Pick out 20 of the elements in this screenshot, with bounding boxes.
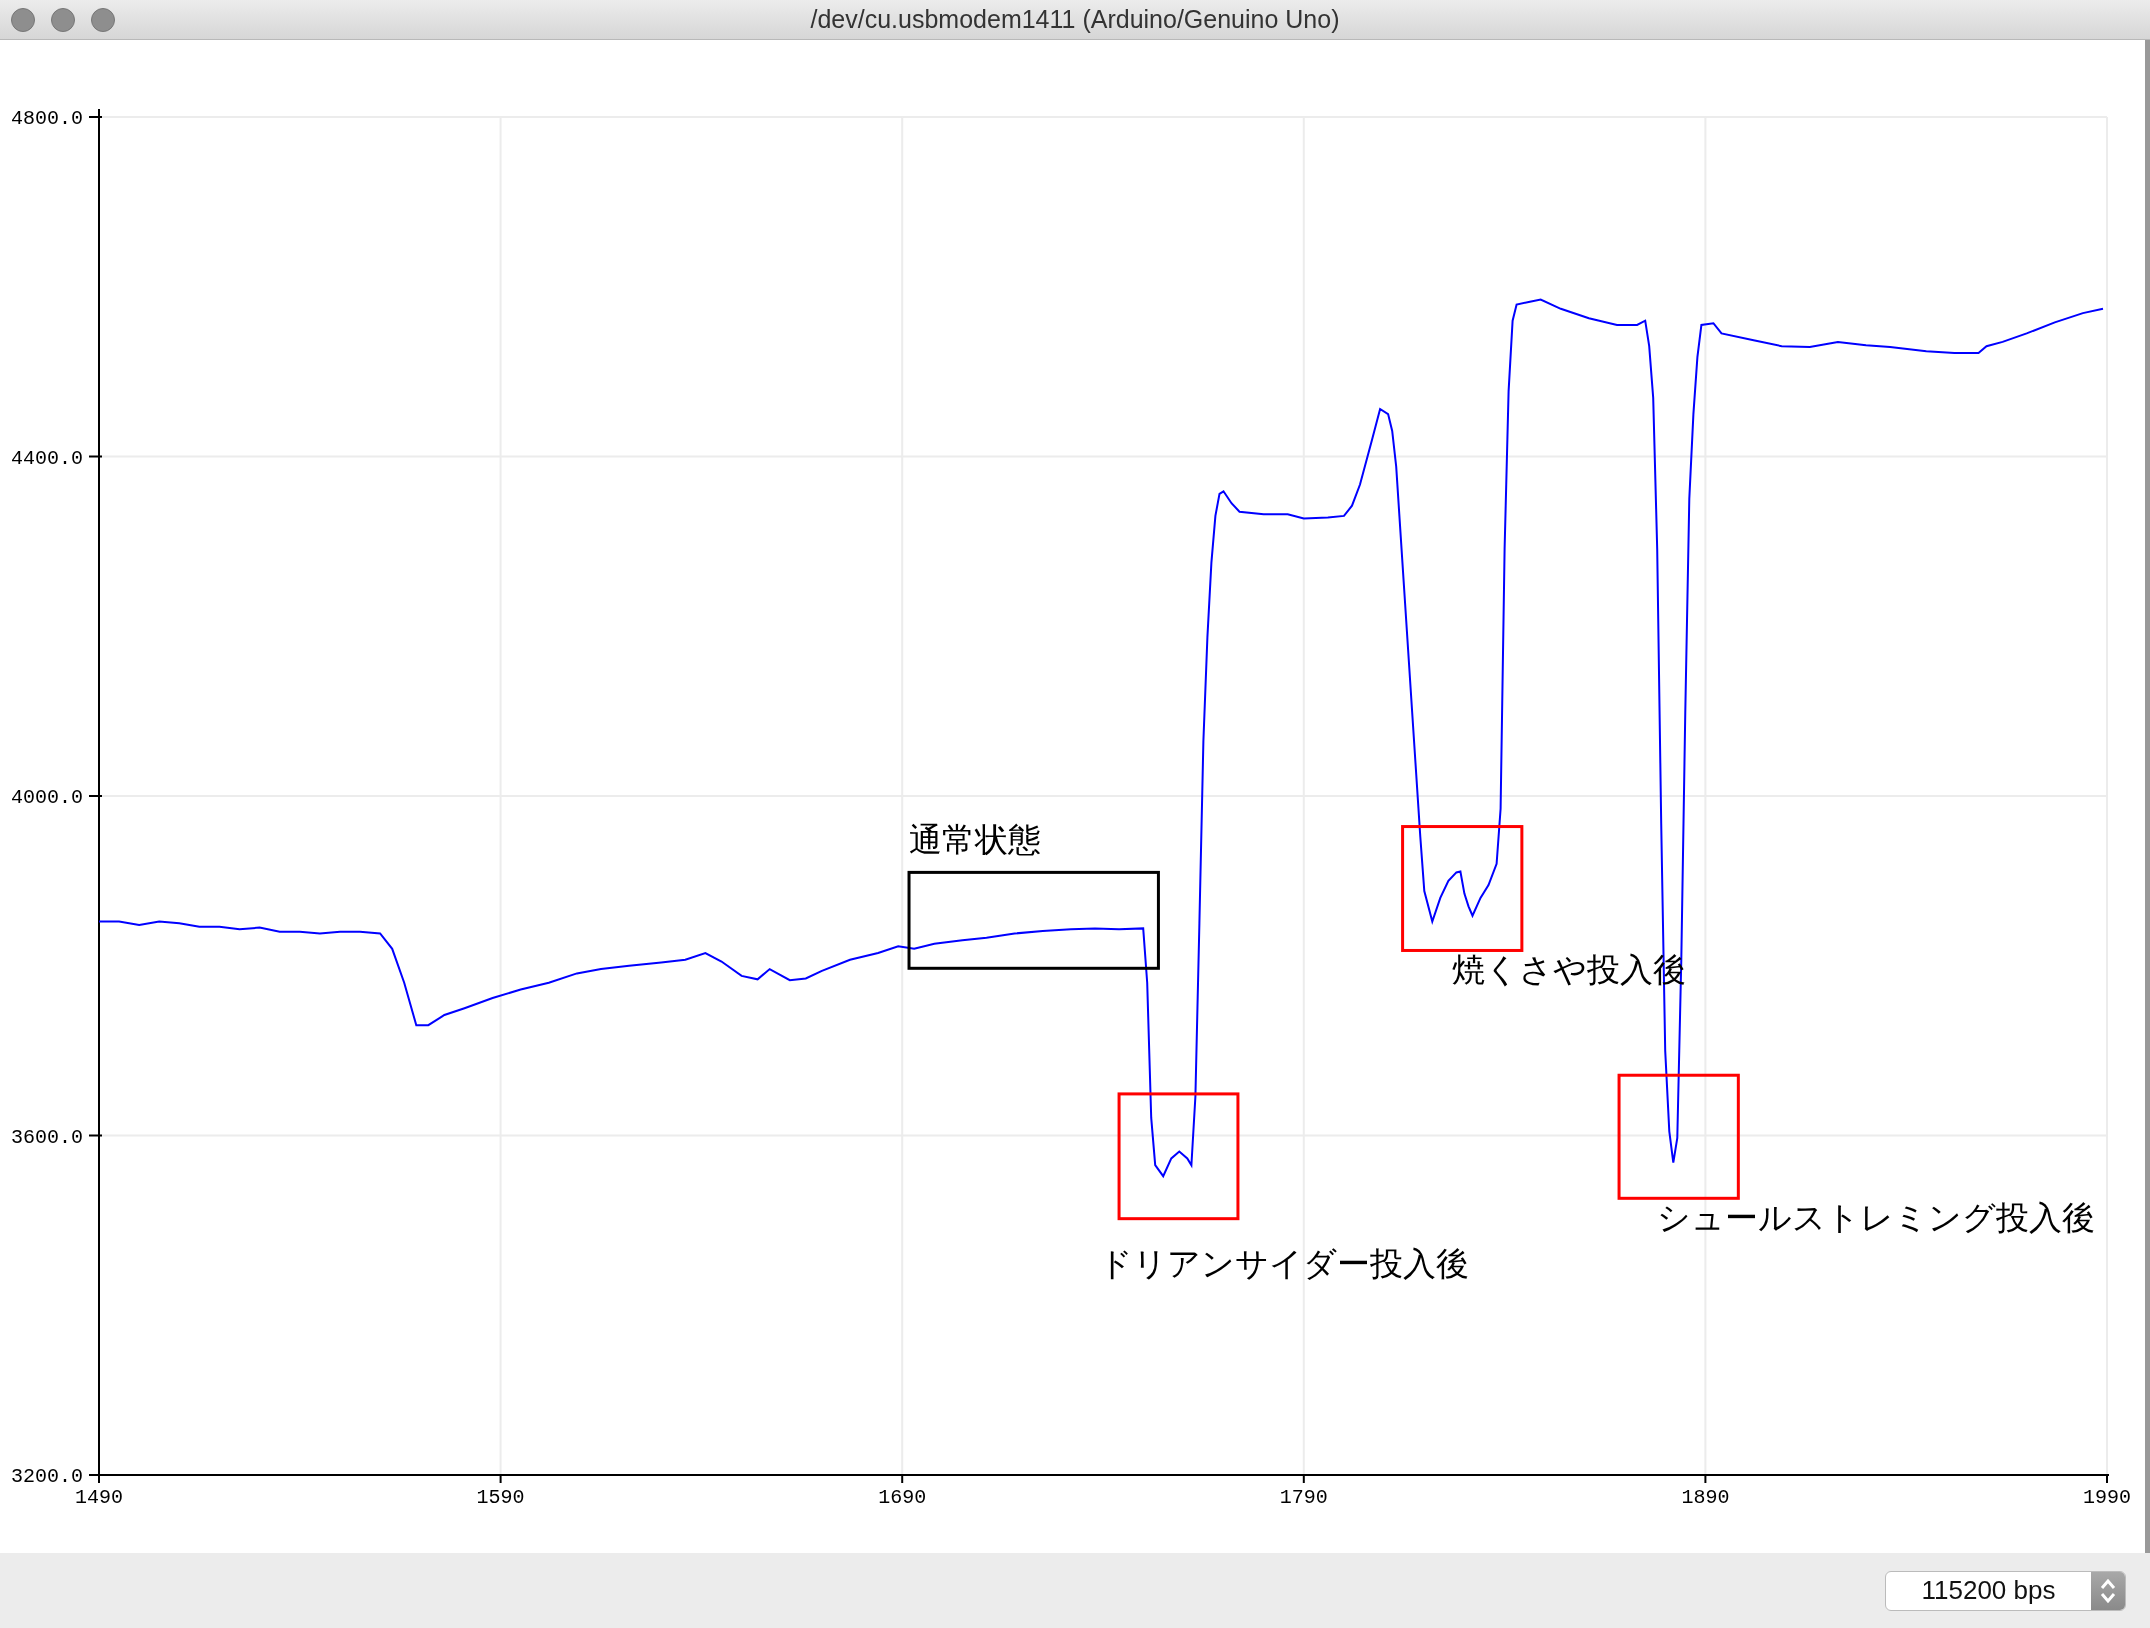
y-tick-label: 4400.0 [11, 446, 83, 470]
x-tick-label: 1490 [75, 1486, 123, 1509]
window-control-button[interactable] [91, 8, 115, 32]
window-title: /dev/cu.usbmodem1411 (Arduino/Genuino Uno) [810, 4, 1340, 35]
baud-rate-select[interactable]: 115200 bps [1885, 1570, 2126, 1611]
y-tick-label: 3600.0 [11, 1125, 83, 1149]
x-tick-label: 1790 [1279, 1486, 1328, 1509]
y-tick-label: 4000.0 [11, 786, 83, 809]
window-control-button[interactable] [11, 8, 35, 32]
x-tick-label: 1590 [476, 1486, 525, 1509]
y-tick-label: 4800.0 [11, 107, 83, 130]
annotation-label: シュールストレミング投入後 [1657, 1199, 2096, 1236]
window-control-button[interactable] [51, 8, 75, 32]
annotation-label: ドリアンサイダー投入後 [1099, 1244, 1469, 1282]
x-tick-label: 1690 [878, 1486, 927, 1509]
y-tick-label: 3200.0 [11, 1465, 83, 1488]
x-tick-label: 1990 [2083, 1486, 2131, 1509]
x-tick-label: 1890 [1681, 1486, 1730, 1509]
stepper-arrows-icon [2099, 1576, 2117, 1605]
annotation-label: 通常状態 [909, 821, 1042, 859]
